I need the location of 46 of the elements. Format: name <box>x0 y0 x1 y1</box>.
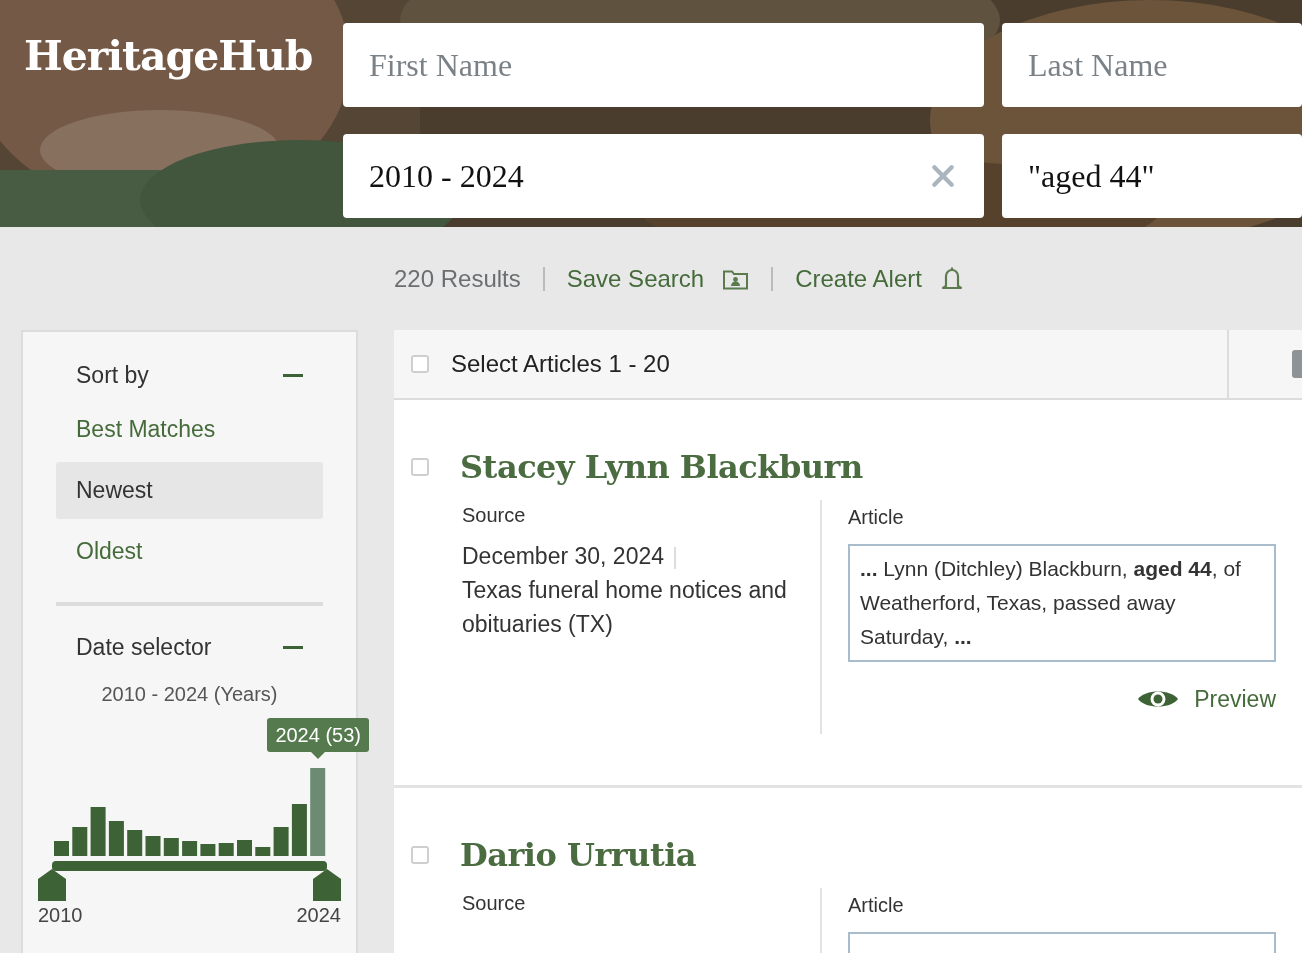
histogram-bar[interactable] <box>218 843 234 856</box>
sort-option[interactable]: Oldest <box>56 523 323 580</box>
result-title[interactable]: Stacey Lynn Blackburn <box>460 448 863 486</box>
checkbox[interactable] <box>411 458 429 476</box>
column-label: Article <box>848 894 905 917</box>
histogram-bar[interactable] <box>108 821 124 856</box>
histogram-bar[interactable] <box>310 768 326 856</box>
histogram-bar[interactable] <box>163 838 179 856</box>
slider-handle[interactable] <box>313 869 341 901</box>
histogram-bar[interactable] <box>145 836 161 856</box>
section-title: Sort by <box>76 362 149 389</box>
column-label: Source <box>462 504 527 527</box>
axis-label: 2010 <box>38 904 83 927</box>
histogram-bar[interactable] <box>127 830 143 856</box>
result-title[interactable]: Dario Urrutia <box>460 836 697 874</box>
histogram-bar[interactable] <box>200 844 216 856</box>
source-text: Texas funeral home notices and obituaries (TX) <box>462 576 788 639</box>
axis-label: 2024 <box>296 904 341 927</box>
search-field[interactable]: 2010 - 2024 <box>343 134 984 218</box>
search-field[interactable]: Last Name <box>1002 23 1302 107</box>
histogram-bar[interactable] <box>273 827 289 856</box>
results-count: 220 Results <box>394 264 521 293</box>
toolbar-link[interactable]: Create Alert <box>795 264 964 293</box>
sort-option[interactable]: Best Matches <box>56 401 323 458</box>
tooltip-pointer-icon <box>310 751 327 759</box>
range-label: 2010 - 2024 (Years) <box>100 683 279 706</box>
select-label: Select Articles 1 - 20 <box>451 350 670 378</box>
histogram-bar[interactable] <box>90 807 106 856</box>
column-label: Source <box>462 892 527 915</box>
sort-option[interactable]: Newest <box>56 462 323 519</box>
preview-link[interactable]: Preview <box>1136 684 1276 714</box>
date-text: December 30, 2024 <box>462 543 664 569</box>
histogram-bar[interactable] <box>72 827 88 856</box>
column-label: Article <box>848 506 905 529</box>
checkbox[interactable] <box>411 355 429 373</box>
checkbox[interactable] <box>411 846 429 864</box>
toolbar-link[interactable]: Save Search <box>566 264 750 293</box>
histogram-bar[interactable] <box>291 804 307 856</box>
bell-icon <box>939 265 964 292</box>
histogram-bar[interactable] <box>182 841 198 856</box>
section-title: Date selector <box>76 634 212 661</box>
search-field[interactable]: "aged 44" <box>1002 134 1302 218</box>
search-field[interactable]: First Name <box>343 23 984 107</box>
slider-handle[interactable] <box>38 869 66 901</box>
histogram-bar[interactable] <box>255 847 271 856</box>
snippet-box: ... Lynn (Ditchley) Blackburn, aged 44, of Weatherford, Texas, passed away Saturday, ... <box>848 544 1276 662</box>
